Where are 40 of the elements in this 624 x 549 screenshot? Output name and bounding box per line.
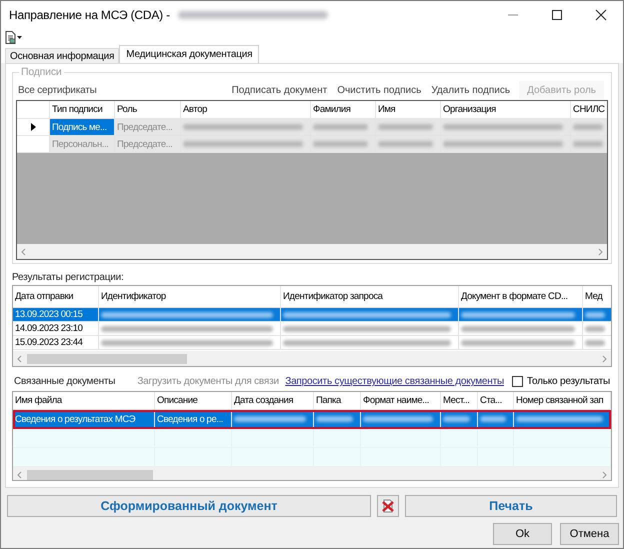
tab[interactable]: Медицинская документация bbox=[119, 45, 260, 63]
column-header[interactable]: Автор bbox=[181, 101, 311, 119]
column-header[interactable]: Папка bbox=[314, 392, 361, 410]
group-title: Подписи bbox=[19, 66, 64, 78]
column-header[interactable]: Ста... bbox=[478, 392, 514, 410]
column-header[interactable]: Имя bbox=[376, 101, 441, 119]
column-header[interactable]: Тип подписи bbox=[50, 101, 115, 119]
column-header[interactable]: Роль bbox=[115, 101, 181, 119]
toolbar-button[interactable]: Удалить подпись bbox=[426, 81, 516, 99]
table-cell[interactable]: 13.09.2023 00:15 bbox=[13, 308, 99, 322]
table-cell[interactable]: Подпись ме... bbox=[50, 119, 115, 136]
section-label: Связанные документы bbox=[14, 376, 116, 387]
column-header[interactable]: Имя файла bbox=[13, 392, 155, 410]
column-header[interactable]: Дата создания bbox=[232, 392, 314, 410]
column-header[interactable]: Дата отправки bbox=[13, 286, 99, 308]
request-documents-link[interactable]: Запросить существующие связанные документы bbox=[285, 376, 504, 387]
generated-document-button[interactable]: Сформированный документ bbox=[7, 495, 371, 517]
window-title: Направление на МСЭ (CDA) - bbox=[9, 8, 170, 22]
section-label: Результаты регистрации: bbox=[12, 272, 125, 285]
column-header[interactable]: Идентификатор запроса bbox=[281, 286, 459, 308]
table-cell[interactable]: Сведения о ре... bbox=[155, 410, 232, 429]
toolbar-button[interactable]: Очистить подпись bbox=[332, 81, 426, 99]
tab[interactable]: Основная информация bbox=[5, 48, 120, 63]
table-cell[interactable]: 14.09.2023 23:10 bbox=[13, 322, 99, 336]
toolbar-button[interactable]: Подписать документ bbox=[226, 81, 332, 99]
column-header[interactable]: Формат наиме... bbox=[361, 392, 441, 410]
column-header[interactable]: Описание bbox=[155, 392, 232, 410]
table-cell[interactable]: Сведения о результатах МСЭ bbox=[13, 410, 155, 429]
column-header[interactable]: Мест... bbox=[441, 392, 478, 410]
column-header[interactable]: Номер связанной зап bbox=[514, 392, 611, 410]
certificates-filter[interactable]: Все сертификаты bbox=[16, 84, 97, 96]
dialog-button[interactable]: Отмена bbox=[560, 523, 619, 545]
column-header[interactable]: Документ в формате CD... bbox=[459, 286, 583, 308]
column-header[interactable]: Идентификатор bbox=[99, 286, 281, 308]
column-header[interactable]: Фамилия bbox=[311, 101, 376, 119]
print-button[interactable]: Печать bbox=[405, 495, 617, 517]
column-header[interactable]: Организация bbox=[441, 101, 571, 119]
table-cell[interactable]: 15.09.2023 23:44 bbox=[13, 336, 99, 350]
checkbox-label: Только результаты bbox=[526, 376, 610, 387]
dialog-button[interactable]: Ok bbox=[493, 523, 552, 545]
